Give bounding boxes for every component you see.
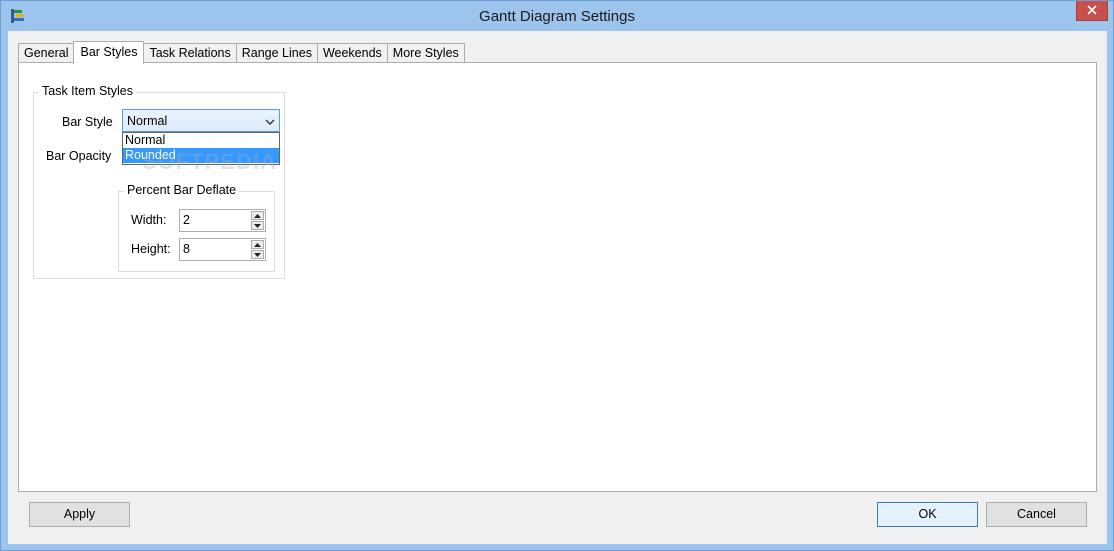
task-item-styles-legend: Task Item Styles: [39, 84, 136, 98]
tab-strip: General Bar Styles Task Relations Range …: [18, 41, 465, 64]
task-item-styles-group: Task Item Styles Bar Style Normal Normal…: [33, 84, 285, 279]
chevron-down-icon[interactable]: [265, 116, 275, 126]
width-spin-buttons: [251, 211, 264, 230]
settings-window: Gantt Diagram Settings General Bar Style…: [0, 0, 1114, 551]
bar-style-option-normal[interactable]: Normal: [123, 133, 279, 148]
title-bar[interactable]: Gantt Diagram Settings: [1, 1, 1113, 31]
height-label: Height:: [131, 242, 171, 256]
apply-button[interactable]: Apply: [29, 502, 130, 527]
window-title: Gantt Diagram Settings: [479, 8, 635, 25]
spin-down-icon[interactable]: [251, 250, 264, 259]
ok-button[interactable]: OK: [877, 502, 978, 527]
tab-weekends[interactable]: Weekends: [316, 43, 388, 63]
bar-opacity-label: Bar Opacity: [46, 149, 112, 163]
percent-bar-deflate-group: Percent Bar Deflate Width: 2 Height: 8: [118, 183, 275, 272]
height-spin-buttons: [251, 240, 264, 259]
spin-up-icon[interactable]: [251, 240, 264, 249]
width-spinner[interactable]: 2: [179, 209, 266, 232]
percent-bar-deflate-legend: Percent Bar Deflate: [124, 183, 240, 197]
tab-range-lines[interactable]: Range Lines: [235, 43, 318, 63]
width-value[interactable]: 2: [183, 213, 190, 227]
bar-style-combobox[interactable]: Normal: [122, 109, 280, 132]
bar-style-option-rounded[interactable]: Rounded: [123, 148, 279, 163]
tab-more-styles[interactable]: More Styles: [386, 43, 465, 63]
bar-style-selected-value: Normal: [127, 114, 168, 128]
spin-down-icon[interactable]: [251, 221, 264, 230]
spin-up-icon[interactable]: [251, 211, 264, 220]
close-x-icon: [1087, 4, 1097, 18]
height-spinner[interactable]: 8: [179, 238, 266, 261]
cancel-button[interactable]: Cancel: [986, 502, 1087, 527]
width-label: Width:: [131, 213, 167, 227]
bar-style-dropdown-list: Normal Rounded: [122, 132, 280, 165]
tab-task-relations[interactable]: Task Relations: [143, 43, 237, 63]
height-value[interactable]: 8: [183, 242, 190, 256]
tab-general[interactable]: General: [18, 43, 75, 63]
close-button[interactable]: [1076, 1, 1108, 21]
bar-styles-panel: Task Item Styles Bar Style Normal Normal…: [18, 62, 1097, 492]
dialog-client-area: General Bar Styles Task Relations Range …: [8, 31, 1107, 544]
bar-style-label: Bar Style: [62, 115, 113, 129]
tab-bar-styles[interactable]: Bar Styles: [73, 41, 145, 64]
